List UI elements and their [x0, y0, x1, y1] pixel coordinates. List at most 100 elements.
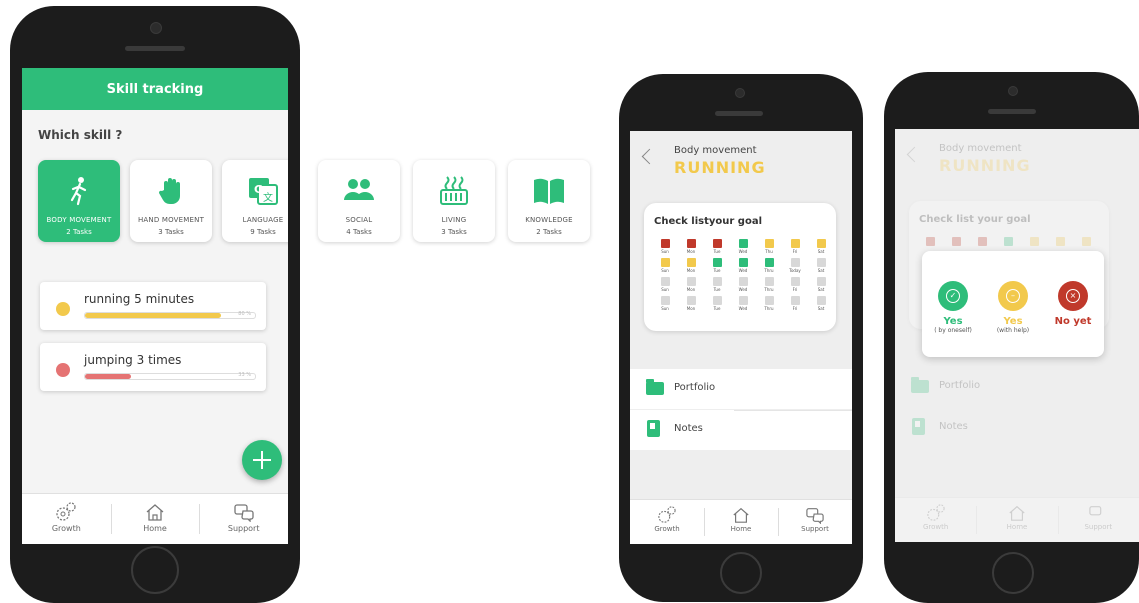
day-status-square — [1081, 237, 1091, 246]
calendar-day[interactable] — [1073, 237, 1099, 252]
calendar-day[interactable]: Wed — [730, 296, 756, 311]
task-status-dot — [56, 302, 70, 316]
calendar-day[interactable]: Tue — [704, 239, 730, 254]
calendar-day[interactable] — [1047, 237, 1073, 252]
gears-icon — [658, 506, 676, 523]
skill-card-living[interactable]: LIVING 3 Tasks — [413, 160, 495, 242]
calendar-day[interactable]: Fri — [782, 296, 808, 311]
task-progress-bar: 80 % — [84, 311, 256, 319]
nav-home[interactable]: Home — [110, 494, 200, 544]
add-task-button[interactable] — [242, 440, 282, 480]
calendar-week-row: Sun Mon Tue Wed Thu Fri Sat — [652, 239, 834, 254]
day-label: Thru — [764, 306, 774, 311]
calendar-day[interactable] — [917, 237, 943, 252]
option-yes-with-help[interactable]: – Yes (with help) — [984, 281, 1042, 334]
nav-label: Support — [801, 525, 829, 533]
option-not-yet[interactable]: × No yet — [1044, 281, 1102, 327]
calendar-day[interactable]: Today — [782, 258, 808, 273]
calendar-day[interactable] — [995, 237, 1021, 252]
nav-label: Support — [227, 524, 260, 533]
day-label: Tue — [713, 287, 721, 292]
skill-name: HAND MOVEMENT — [137, 216, 205, 224]
day-status-square — [738, 258, 748, 267]
calendar-day[interactable]: Tue — [704, 296, 730, 311]
calendar-day[interactable]: Wed — [730, 277, 756, 292]
task-card-jumping[interactable]: jumping 3 times 33 % — [40, 343, 266, 391]
calendar-day[interactable]: Thru — [756, 296, 782, 311]
nav-growth[interactable]: Growth — [630, 500, 704, 544]
day-status-square — [712, 277, 722, 286]
day-label: Today — [789, 268, 801, 273]
day-status-square — [1003, 237, 1013, 246]
calendar-day[interactable] — [1021, 237, 1047, 252]
day-label: Sun — [661, 249, 669, 254]
portfolio-label: Portfolio — [674, 382, 716, 393]
calendar-day[interactable] — [969, 237, 995, 252]
day-label: Thru — [764, 268, 774, 273]
option-label: Yes — [1003, 316, 1023, 327]
skill-name: LIVING — [441, 216, 467, 224]
calendar-day[interactable]: Mon — [678, 239, 704, 254]
calendar-day[interactable]: Sun — [652, 277, 678, 292]
day-status-square — [790, 296, 800, 305]
calendar-day[interactable]: Mon — [678, 296, 704, 311]
day-label: Mon — [686, 287, 696, 292]
calendar-day[interactable]: Sat — [808, 239, 834, 254]
skill-card-social[interactable]: SOCIAL 4 Tasks — [318, 160, 400, 242]
nav-growth[interactable]: Growth — [22, 494, 111, 544]
calendar-day[interactable]: Sat — [808, 258, 834, 273]
bottom-nav: Growth Home Support — [895, 497, 1139, 542]
screen-goal-popup: Body movement RUNNING Check list your go… — [895, 129, 1139, 542]
calendar-day[interactable]: Mon — [678, 258, 704, 273]
day-status-square — [816, 296, 826, 305]
day-status-square — [790, 239, 800, 248]
calendar-day[interactable] — [943, 237, 969, 252]
calendar-day[interactable]: Sun — [652, 239, 678, 254]
nav-label: Growth — [51, 524, 81, 533]
calendar-day[interactable]: Sat — [808, 277, 834, 292]
calendar-day[interactable]: Sun — [652, 258, 678, 273]
bottom-nav: Growth Home Support — [22, 493, 288, 544]
calendar-day[interactable]: Sun — [652, 296, 678, 311]
calendar-day[interactable]: Fri — [782, 277, 808, 292]
day-label: Tue — [713, 306, 721, 311]
day-label: Fri — [792, 249, 798, 254]
skill-card-language[interactable]: G 文 LANGUAGE 9 Tasks — [222, 160, 288, 242]
day-status-square — [686, 296, 696, 305]
day-label: Sun — [661, 306, 669, 311]
calendar-day[interactable]: Thru — [756, 258, 782, 273]
nav-growth: Growth — [895, 498, 976, 542]
nav-support[interactable]: Support — [199, 494, 288, 544]
option-yes-by-oneself[interactable]: ✓ Yes ( by oneself) — [924, 281, 982, 334]
calendar-day[interactable]: Mon — [678, 277, 704, 292]
calendar-day[interactable]: Tue — [704, 258, 730, 273]
day-status-square — [790, 277, 800, 286]
skill-name: LANGUAGE — [242, 216, 284, 224]
skill-card-hand-movement[interactable]: HAND MOVEMENT 3 Tasks — [130, 160, 212, 242]
notes-row[interactable]: Notes — [630, 410, 852, 450]
home-icon — [733, 507, 749, 523]
phone-goal-popup: Body movement RUNNING Check list your go… — [884, 72, 1139, 603]
calendar-day[interactable]: Tue — [704, 277, 730, 292]
calendar-day[interactable]: Sat — [808, 296, 834, 311]
day-label: Wed — [738, 306, 748, 311]
nav-home[interactable]: Home — [704, 500, 778, 544]
calendar-week-row: Sun Mon Tue Wed Thru Fri Sat — [652, 296, 834, 311]
calendar-day[interactable]: Thru — [756, 277, 782, 292]
task-card-running[interactable]: running 5 minutes 80 % — [40, 282, 266, 330]
calendar-day[interactable]: Wed — [730, 258, 756, 273]
gears-icon — [926, 504, 945, 521]
calendar-day[interactable]: Fri — [782, 239, 808, 254]
back-arrow-icon[interactable] — [641, 148, 658, 165]
folder-icon — [646, 379, 664, 395]
nav-label: Home — [730, 525, 752, 533]
nav-support: Support — [1057, 498, 1139, 542]
portfolio-row[interactable]: Portfolio — [630, 369, 852, 409]
calendar-day[interactable]: Thu — [756, 239, 782, 254]
skill-card-knowledge[interactable]: KNOWLEDGE 2 Tasks — [508, 160, 590, 242]
nav-support[interactable]: Support — [778, 500, 852, 544]
day-status-square — [686, 258, 696, 267]
camera — [150, 22, 162, 34]
skill-card-body-movement[interactable]: BODY MOVEMENT 2 Tasks — [38, 160, 120, 242]
calendar-day[interactable]: Wed — [730, 239, 756, 254]
